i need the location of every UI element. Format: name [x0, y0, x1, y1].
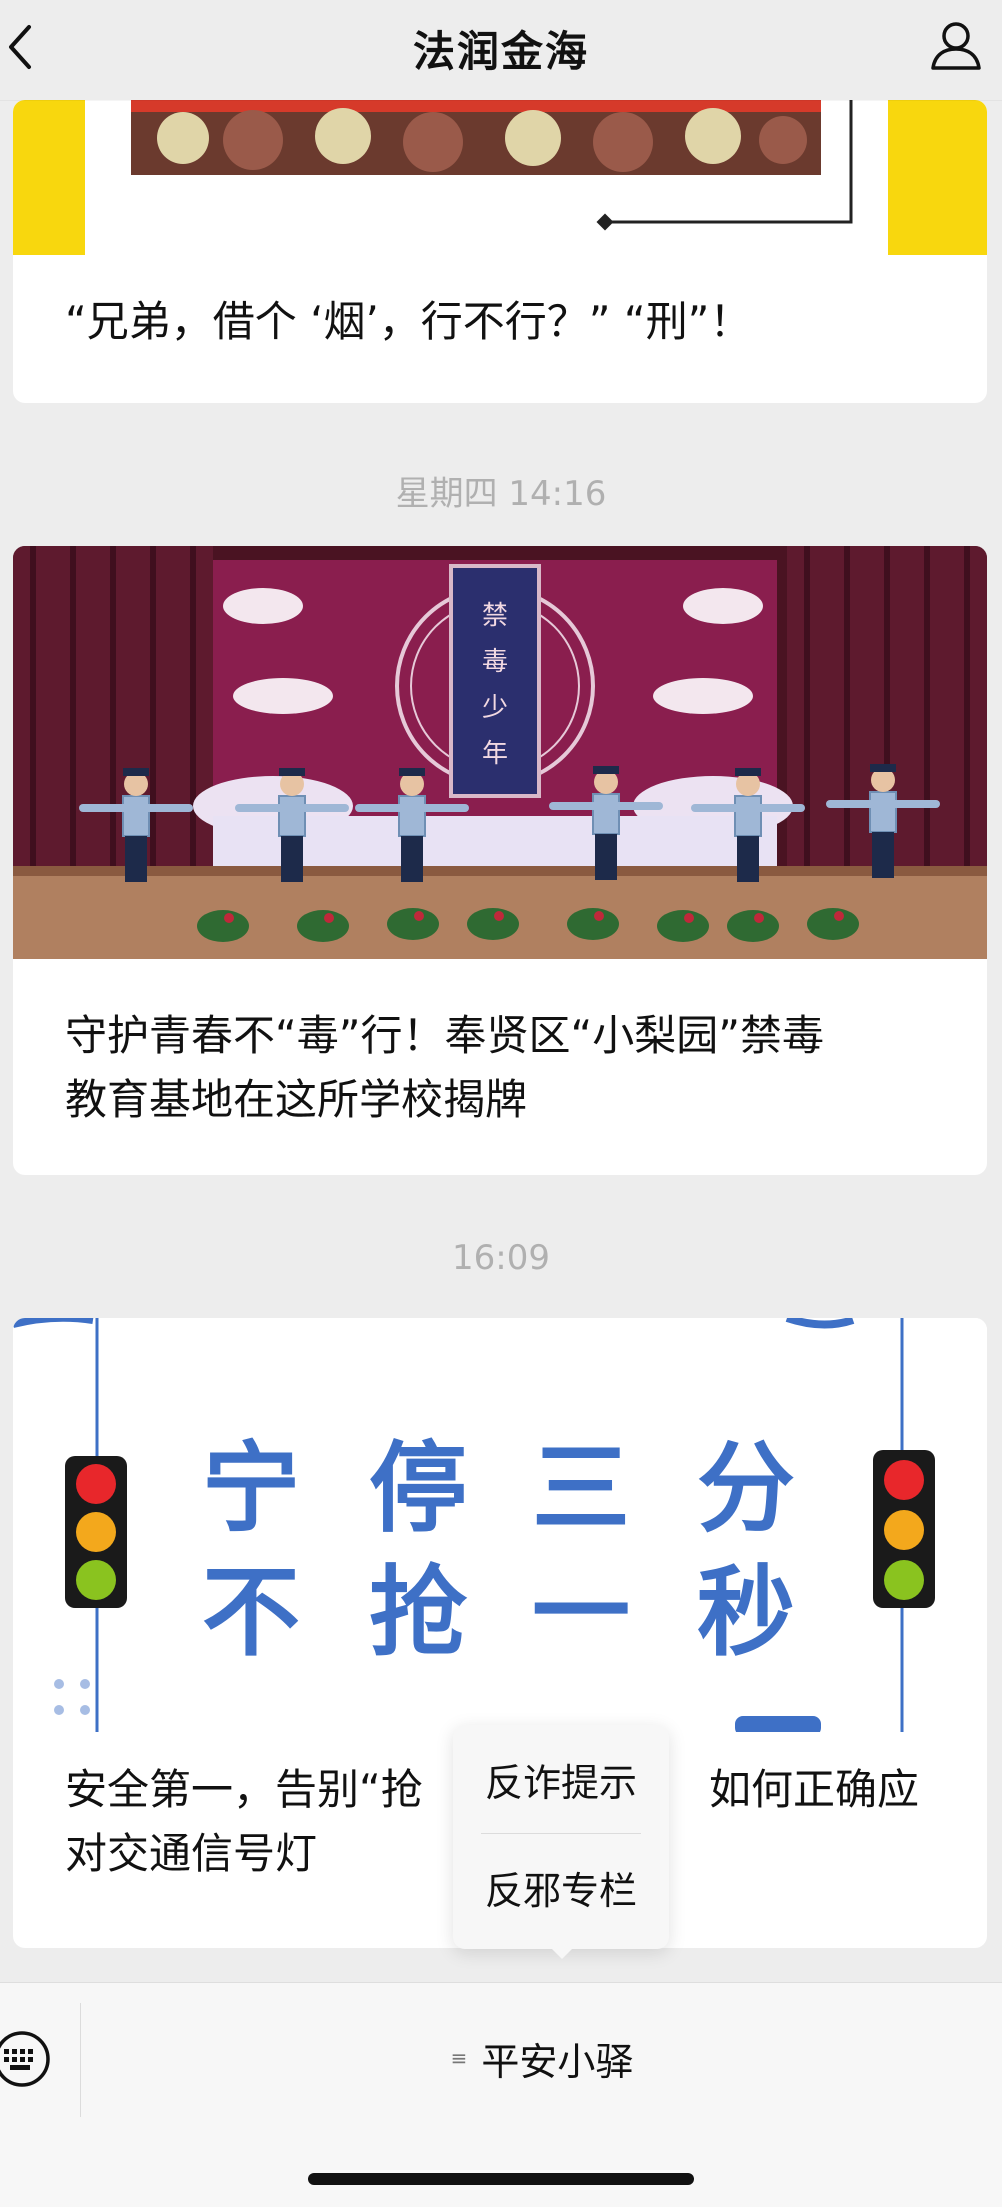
article-title: “兄弟，借个 ‘烟’，行不行？” “刑”！ [65, 297, 752, 346]
article-card[interactable]: “兄弟，借个 ‘烟’，行不行？” “刑”！ [13, 100, 987, 403]
article-cover-image [13, 100, 987, 255]
slogan-char: 一 [532, 1557, 630, 1667]
menu-button-pingan-xiaoyi[interactable]: ≡ 平安小驿 [82, 1983, 1002, 2133]
slogan-char: 分 [697, 1433, 795, 1543]
article-title-line: 守护青春不“毒”行！奉贤区“小梨园”禁毒 [65, 1011, 825, 1060]
bar-divider [80, 2003, 81, 2117]
menu-button-label: 平安小驿 [481, 2039, 634, 2084]
profile-button[interactable] [928, 18, 984, 74]
slogan-char: 停 [369, 1433, 467, 1543]
menu-lines-icon: ≡ [450, 2046, 468, 2070]
home-indicator[interactable] [308, 2173, 694, 2185]
article-card[interactable]: 禁 毒 少 年 守护青春不“毒”行！奉贤区“小梨园”禁毒 教育基地在这所学校揭牌 [13, 546, 987, 1175]
slogan-char: 秒 [697, 1557, 795, 1667]
slogan-char: 三 [532, 1433, 630, 1543]
menu-divider [481, 1833, 641, 1834]
menu-item-anti-cult[interactable]: 反邪专栏 [453, 1841, 669, 1941]
slogan-char: 宁 [202, 1433, 300, 1543]
banner-char: 毒 [482, 646, 508, 676]
article-title-line: 如何正确应 [708, 1765, 919, 1814]
person-icon [931, 22, 981, 70]
keyboard-icon [0, 2031, 50, 2087]
menu-item-anti-fraud[interactable]: 反诈提示 [453, 1733, 669, 1833]
page-title: 法润金海 [412, 27, 589, 76]
timestamp: 16:09 [452, 1238, 550, 1278]
popup-pointer [548, 1945, 576, 1959]
timestamp: 星期四 14:16 [395, 474, 607, 514]
article-title-line: 教育基地在这所学校揭牌 [65, 1075, 528, 1124]
banner-char: 年 [482, 738, 508, 768]
slogan-char: 抢 [369, 1557, 468, 1667]
top-nav-bar: 法润金海 [0, 0, 1002, 100]
banner-char: 少 [482, 692, 508, 722]
article-title-line: 安全第一，告别“抢 [65, 1765, 423, 1814]
popup-submenu: 反诈提示 反邪专栏 [453, 1725, 669, 1949]
article-cover-image: 禁 毒 少 年 [13, 546, 987, 959]
keyboard-toggle-button[interactable] [0, 2019, 60, 2099]
article-cover-image: 宁 停 三 分 不 抢 一 秒 [13, 1318, 987, 1732]
slogan-char: 不 [202, 1557, 300, 1667]
banner-char: 禁 [482, 600, 508, 630]
